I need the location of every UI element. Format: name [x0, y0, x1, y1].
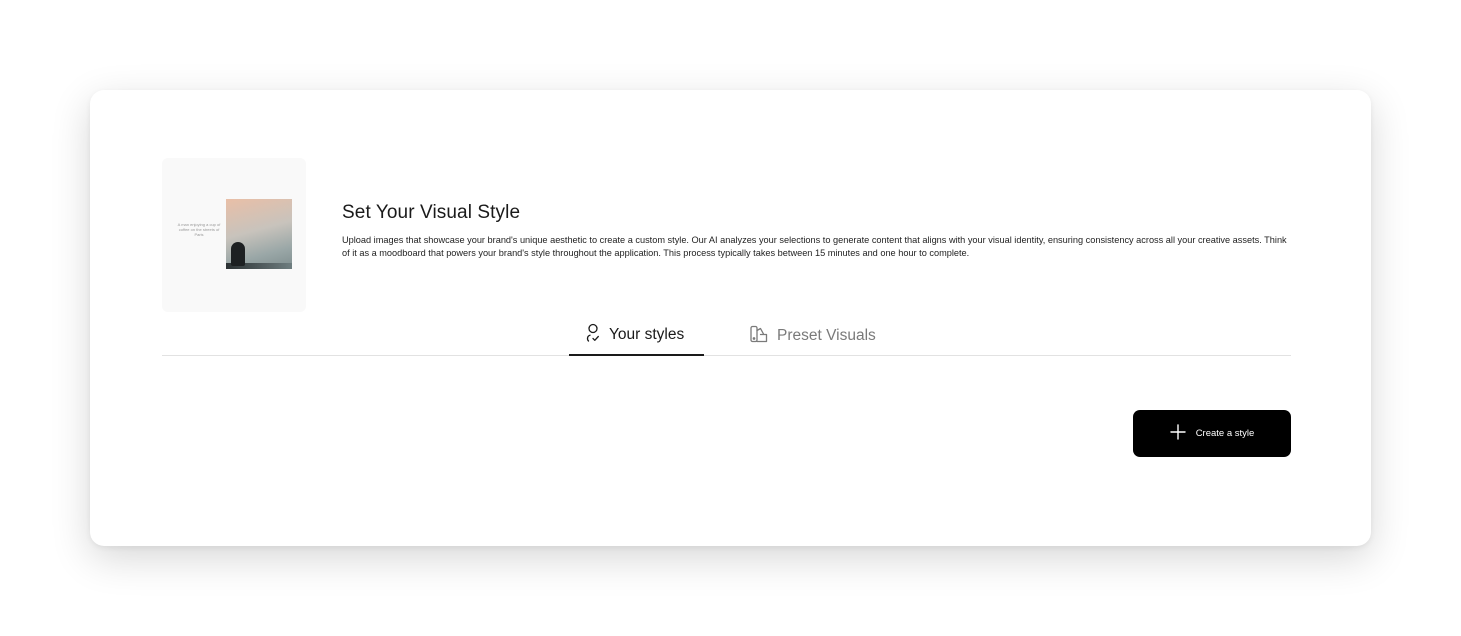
intro-section: A man enjoying a cup of coffee on the st…: [162, 158, 1292, 312]
tab-your-styles-label: Your styles: [609, 326, 685, 343]
page-description: Upload images that showcase your brand's…: [342, 235, 1287, 258]
palette-swatch-icon: [749, 324, 769, 349]
tab-preset-visuals-label: Preset Visuals: [777, 327, 876, 344]
thumbnail-caption: A man enjoying a cup of coffee on the st…: [177, 222, 221, 237]
tab-your-styles[interactable]: Your styles: [569, 316, 704, 356]
create-style-button[interactable]: Create a style: [1133, 410, 1291, 457]
thumbnail-image: [226, 199, 292, 269]
plus-icon: [1169, 424, 1186, 443]
visual-style-card: A man enjoying a cup of coffee on the st…: [90, 90, 1371, 546]
user-check-icon: [585, 323, 601, 348]
thumbnail-figure: [231, 242, 245, 266]
style-tabs: Your styles Preset Visuals: [162, 316, 1291, 356]
style-thumbnail: A man enjoying a cup of coffee on the st…: [162, 158, 306, 312]
page-title: Set Your Visual Style: [342, 202, 521, 223]
create-style-label: Create a style: [1195, 428, 1255, 439]
tab-preset-visuals[interactable]: Preset Visuals: [749, 316, 899, 356]
